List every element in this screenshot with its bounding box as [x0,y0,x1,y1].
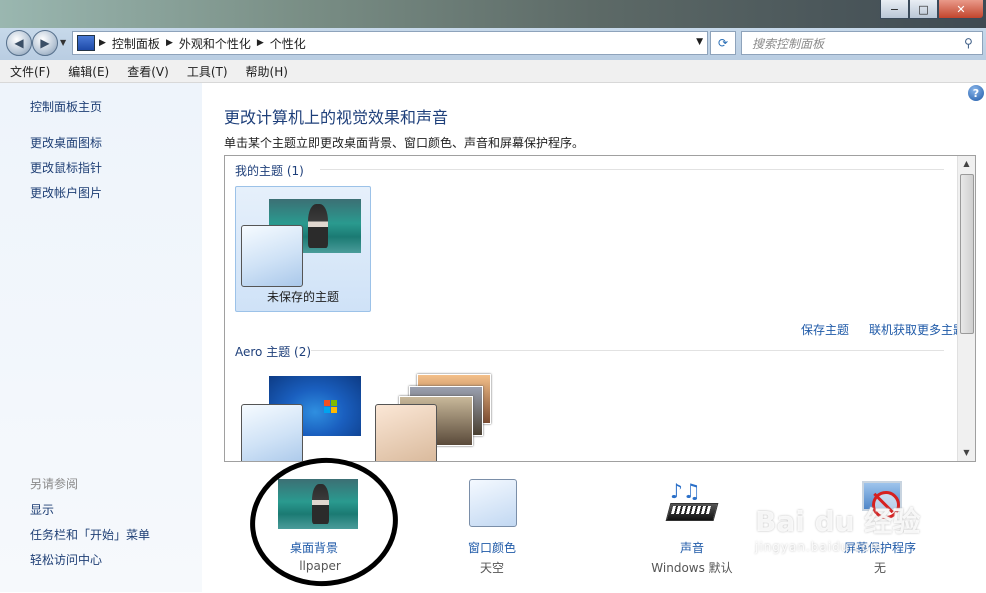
search-icon[interactable]: ⚲ [964,36,982,50]
menu-edit[interactable]: 编辑(E) [58,63,117,80]
scroll-up-arrow-icon[interactable]: ▲ [958,156,975,172]
menu-view[interactable]: 查看(V) [117,63,177,80]
theme-glass-preview [241,225,303,287]
baidu-watermark: Bai du 经验 jingyan.baidu.com [755,500,935,570]
window-controls: − □ ✕ [880,0,984,19]
sounds-item[interactable]: ♪♫ 声音 Windows 默认 [632,461,752,592]
theme-actions: 保存主题 联机获取更多主题 [801,321,965,338]
close-button[interactable]: ✕ [938,0,984,19]
sidebar-link-ease-of-access[interactable]: 轻松访问中心 [30,551,102,568]
aero-themes-label: Aero 主题 (2) [235,345,312,359]
watermark-brand: Bai du 经验 [755,505,921,538]
window-color-item[interactable]: 窗口颜色 天空 [432,461,552,592]
search-input[interactable]: 搜索控制面板 ⚲ [741,31,983,55]
window-title-bar: − □ ✕ [0,0,986,28]
menu-bar: 文件(F) 编辑(E) 查看(V) 工具(T) 帮助(H) [0,60,986,83]
watermark-site: jingyan.baidu.com [755,540,883,554]
wallpaper-figure [307,204,328,248]
menu-tools[interactable]: 工具(T) [177,63,236,80]
page-title: 更改计算机上的视觉效果和声音 [224,108,449,127]
sounds-icon: ♪♫ [665,479,719,529]
sidebar-link-taskbar[interactable]: 任务栏和「开始」菜单 [30,526,150,543]
breadcrumb-personalization[interactable]: 个性化 [270,35,306,52]
sidebar-link-desktop-icons[interactable]: 更改桌面图标 [30,134,102,151]
refresh-button[interactable]: ⟳ [710,31,736,55]
breadcrumb-appearance[interactable]: 外观和个性化 [179,35,251,52]
address-row: ◀ ▶ ▼ ▶ 控制面板 ▶ 外观和个性化 ▶ 个性化 ▼ ⟳ 搜索控制面板 ⚲ [0,28,986,60]
group-divider [311,350,944,351]
minimize-button[interactable]: − [880,0,909,19]
theme-glass-preview [375,404,437,461]
save-theme-link[interactable]: 保存主题 [801,321,849,338]
theme-landscapes[interactable] [375,366,505,461]
help-icon[interactable]: ? [968,85,984,101]
sounds-value: Windows 默认 [651,561,733,575]
back-button[interactable]: ◀ [6,30,32,56]
window-color-value: 天空 [479,561,504,575]
scroll-thumb[interactable] [960,174,974,334]
search-placeholder: 搜索控制面板 [752,36,825,51]
chevron-down-icon[interactable]: ▼ [696,37,703,47]
theme-list-scrollbar[interactable]: ▲ ▼ [957,156,975,461]
forward-button[interactable]: ▶ [32,30,58,56]
theme-glass-preview [241,404,303,461]
menu-file[interactable]: 文件(F) [0,63,58,80]
page-subtitle: 单击某个主题立即更改桌面背景、窗口颜色、声音和屏幕保护程序。 [224,136,585,150]
scroll-down-arrow-icon[interactable]: ▼ [958,445,975,461]
sounds-label: 声音 [679,541,704,555]
theme-name: 未保存的主题 [266,290,339,304]
my-themes-label: 我的主题 (1) [235,164,304,178]
see-also-heading: 另请参阅 [30,477,79,491]
theme-windows7[interactable] [239,366,363,461]
get-more-themes-link[interactable]: 联机获取更多主题 [869,321,965,338]
window-color-swatch [469,479,517,527]
refresh-icon: ⟳ [717,36,729,50]
control-panel-icon [77,35,95,51]
group-divider [320,169,944,170]
sidebar-link-home[interactable]: 控制面板主页 [30,98,102,115]
chevron-right-icon: ▶ [99,38,106,48]
breadcrumb-control-panel[interactable]: 控制面板 [112,35,160,52]
sidebar: 控制面板主页 更改桌面图标 更改鼠标指针 更改帐户图片 另请参阅 显示 任务栏和… [0,83,202,592]
chevron-right-icon[interactable]: ▶ [257,38,264,48]
sidebar-link-display[interactable]: 显示 [30,501,54,518]
recent-pages-dropdown[interactable]: ▼ [60,38,66,47]
arrow-right-icon: ▶ [40,36,50,50]
sidebar-link-mouse-pointers[interactable]: 更改鼠标指针 [30,159,102,176]
window-color-label: 窗口颜色 [467,541,516,555]
sidebar-link-account-picture[interactable]: 更改帐户图片 [30,184,102,201]
windows-flag-icon [324,400,338,414]
address-bar[interactable]: ▶ 控制面板 ▶ 外观和个性化 ▶ 个性化 ▼ [72,31,708,55]
menu-help[interactable]: 帮助(H) [236,63,296,80]
theme-list: 我的主题 (1) 未保存的主题 保存主题 联机获取更多主题 Aero 主题 (2… [224,155,976,462]
chevron-right-icon[interactable]: ▶ [166,38,173,48]
breadcrumb: ▶ 控制面板 ▶ 外观和个性化 ▶ 个性化 [99,35,306,52]
arrow-left-icon: ◀ [14,36,24,50]
theme-unsaved[interactable]: 未保存的主题 [235,186,371,312]
maximize-button[interactable]: □ [909,0,938,19]
